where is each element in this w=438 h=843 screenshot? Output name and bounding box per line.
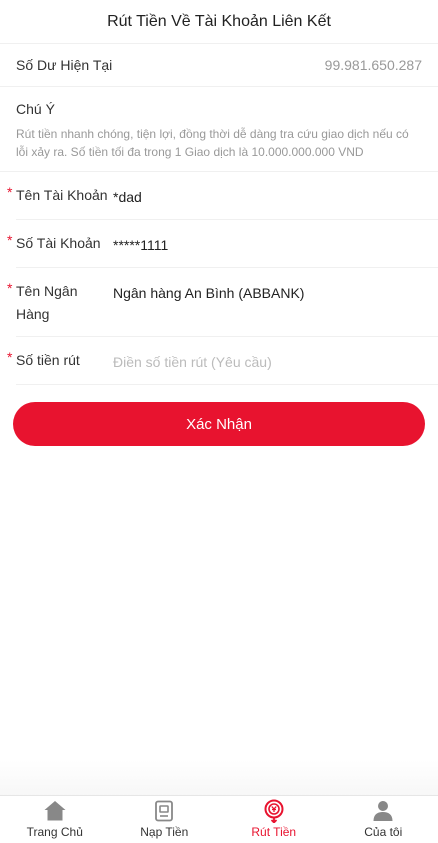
account-name-row: * Tên Tài Khoản *dad (7, 172, 438, 220)
account-number-row: * Số Tài Khoản *****1111 (7, 220, 438, 268)
tab-deposit-label: Nạp Tiền (140, 825, 189, 839)
bank-name-row: * Tên Ngân Hàng Ngân hàng An Bình (ABBAN… (7, 268, 438, 337)
home-icon (43, 799, 67, 823)
header: Rút Tiền Về Tài Khoản Liên Kết (0, 0, 438, 44)
bottom-tab-bar: Trang Chủ Nạp Tiền Rút Tiền Của tôi (0, 795, 438, 843)
tab-deposit[interactable]: Nạp Tiền (110, 796, 220, 843)
bottom-shade (0, 760, 438, 796)
confirm-button[interactable]: Xác Nhận (13, 402, 425, 446)
bank-name-label: Tên Ngân Hàng (16, 283, 78, 322)
amount-input[interactable] (113, 349, 422, 374)
tab-profile[interactable]: Của tôi (329, 796, 438, 843)
balance-label: Số Dư Hiện Tại (16, 57, 113, 73)
withdraw-form: * Tên Tài Khoản *dad * Số Tài Khoản ****… (0, 172, 438, 385)
withdraw-icon (262, 799, 286, 823)
tab-home[interactable]: Trang Chủ (0, 796, 110, 843)
tab-home-label: Trang Chủ (26, 825, 83, 839)
balance-value: 99.981.650.287 (324, 57, 422, 73)
user-icon (371, 799, 395, 823)
tab-withdraw-label: Rút Tiền (251, 825, 297, 839)
notice-section: Chú Ý Rút tiền nhanh chóng, tiện lợi, đồ… (0, 87, 438, 172)
amount-label: Số tiền rút (16, 352, 80, 368)
required-mark: * (7, 280, 13, 296)
tab-profile-label: Của tôi (364, 825, 403, 839)
bank-name-value: Ngân hàng An Bình (ABBANK) (113, 285, 305, 301)
tab-withdraw[interactable]: Rút Tiền (219, 796, 329, 843)
submit-wrap: Xác Nhận (0, 402, 438, 446)
notice-title: Chú Ý (16, 101, 55, 117)
balance-row: Số Dư Hiện Tại 99.981.650.287 (0, 44, 438, 87)
required-mark: * (7, 349, 13, 365)
required-mark: * (7, 232, 13, 248)
notice-text: Rút tiền nhanh chóng, tiện lợi, đồng thờ… (16, 127, 409, 159)
account-number-value: *****1111 (113, 237, 169, 253)
account-name-label: Tên Tài Khoản (16, 187, 108, 203)
required-mark: * (7, 184, 13, 200)
amount-row: * Số tiền rút (7, 337, 438, 385)
account-name-value: *dad (113, 189, 142, 205)
deposit-icon (152, 799, 176, 823)
account-number-label: Số Tài Khoản (16, 235, 101, 251)
page-title: Rút Tiền Về Tài Khoản Liên Kết (107, 12, 331, 30)
